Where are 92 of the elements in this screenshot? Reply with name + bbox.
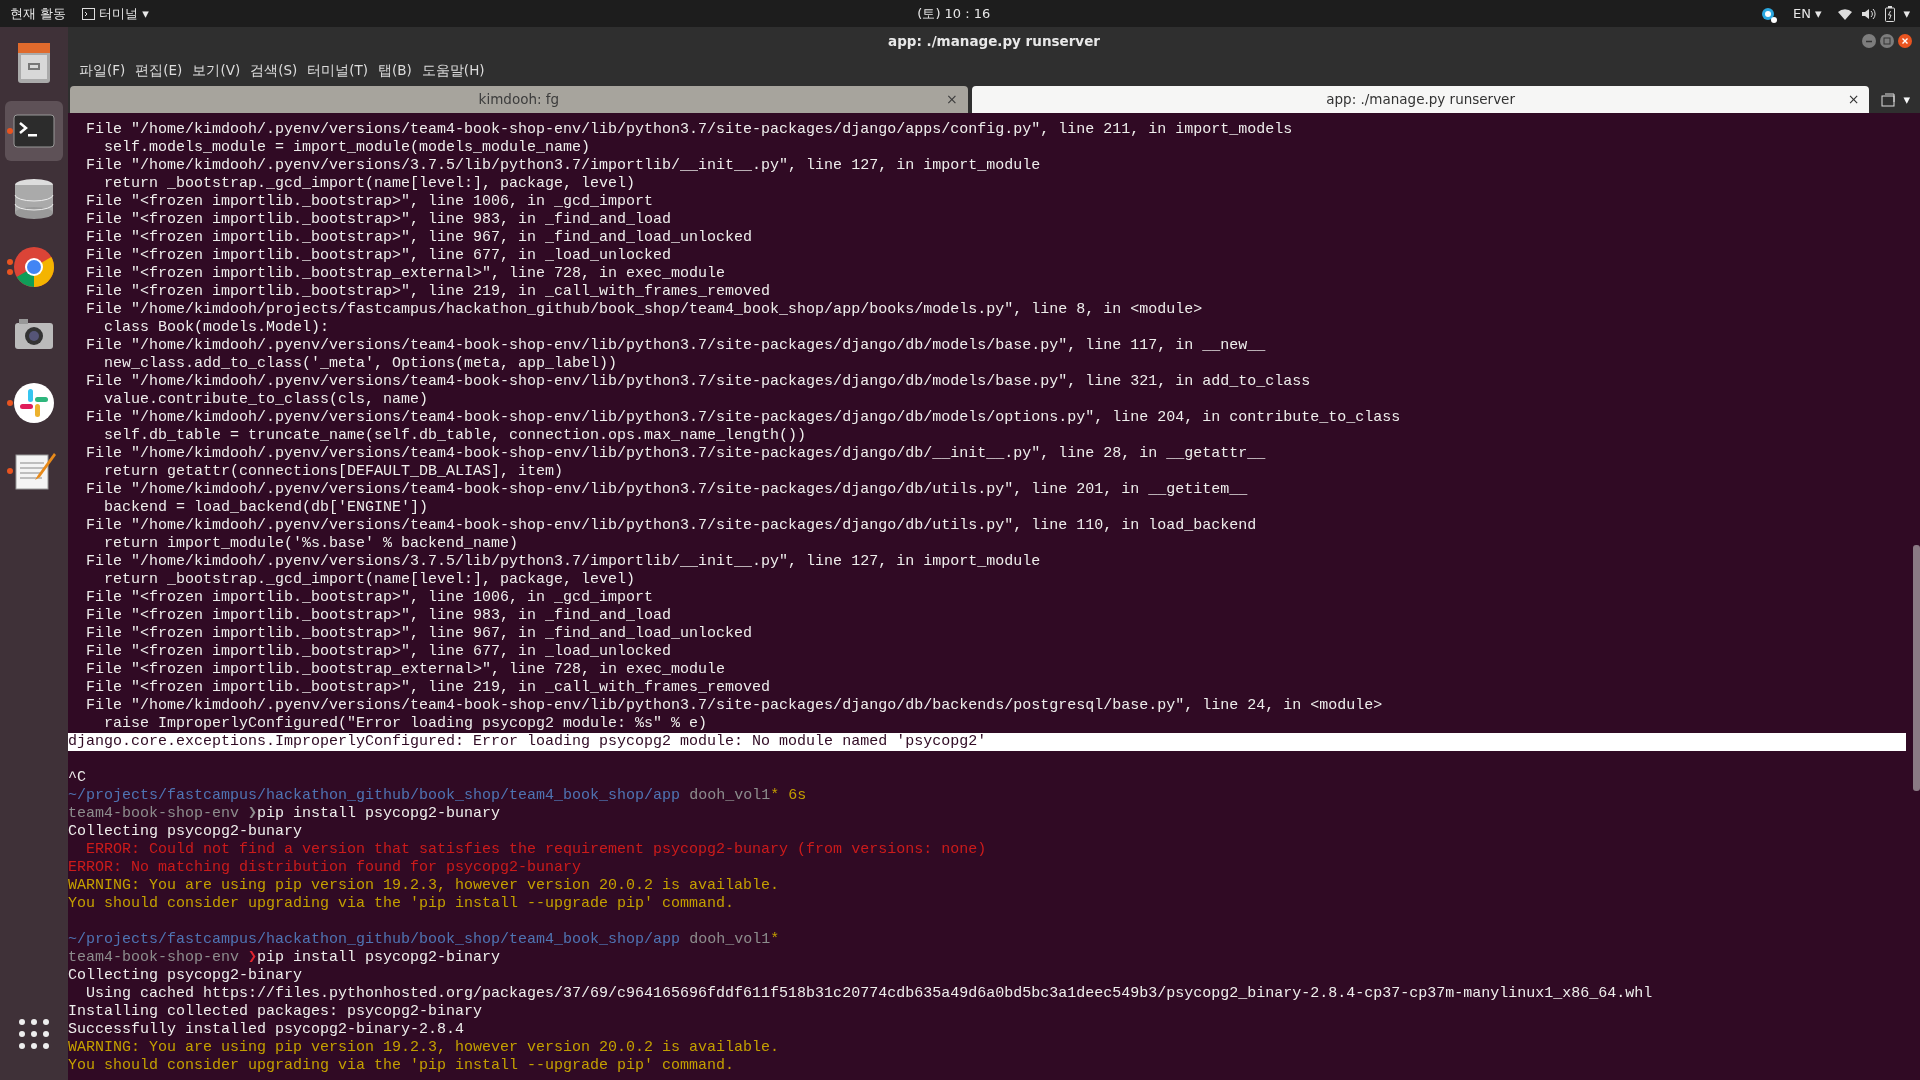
terminal-line: File "/home/kimdooh/.pyenv/versions/team4-book-shop-env/lib/python3.7/site-packages/django/db/__init__.py", line 28, in __getattr__: [85, 445, 1267, 463]
command-text: pip install psycopg2-bunary: [257, 805, 501, 823]
virtualenv-name: team4-book-shop-env: [68, 949, 240, 967]
prompt-path: ~/projects/fastcampus/hackathon_github/book_shop/team4_book_shop/app: [68, 787, 681, 805]
running-indicator: [7, 128, 13, 134]
terminal-tab[interactable]: kimdooh: fg ×: [70, 86, 968, 113]
prompt-path: ~/projects/fastcampus/hackathon_github/book_shop/team4_book_shop/app: [68, 931, 681, 949]
git-branch: dooh_vol1: [689, 787, 771, 805]
menu-item[interactable]: 터미널(T): [302, 59, 374, 81]
terminal-line: Collecting psycopg2-bunary: [68, 823, 304, 841]
terminal-line: self.db_table = truncate_name(self.db_table, connection.ops.max_name_length()): [103, 427, 808, 445]
command-text: pip install psycopg2-binary: [257, 949, 501, 967]
terminal-line: return _bootstrap._gcd_import(name[level:], package, level): [103, 571, 637, 589]
menu-item[interactable]: 편집(E): [130, 59, 188, 81]
prompt-symbol: ❯: [248, 805, 258, 823]
terminal-line: File "<frozen importlib._bootstrap>", line 219, in _call_with_frames_removed: [85, 283, 772, 301]
terminal-line: ERROR: Could not find a version that satisfies the requirement psycopg2-bunary (from versions: none): [85, 841, 988, 859]
terminal-tab[interactable]: app: ./manage.py runserver ×: [971, 86, 1870, 113]
caret-icon[interactable]: ▾: [1903, 3, 1910, 24]
menu-item[interactable]: 보기(V): [187, 59, 246, 81]
close-icon[interactable]: [1898, 34, 1912, 48]
terminal-line: File "/home/kimdooh/projects/fastcampus/hackathon_github/book_shop/team4_book_shop/app/books/models.py", line 8, in <module>: [85, 301, 1204, 319]
caret-icon[interactable]: ▾: [142, 3, 149, 24]
terminal-line: return import_module('%s.base' % backend_name): [103, 535, 520, 553]
menu-item[interactable]: 검색(S): [245, 59, 303, 81]
terminal-line: File "<frozen importlib._bootstrap>", line 983, in _find_and_load: [85, 607, 673, 625]
terminal-line: File "<frozen importlib._bootstrap>", line 677, in _load_unlocked: [85, 643, 673, 661]
wifi-icon[interactable]: [1837, 6, 1854, 21]
terminal-line: WARNING: You are using pip version 19.2.3, however version 20.0.2 is available.: [68, 1039, 781, 1057]
terminal-line: File "<frozen importlib._bootstrap_external>", line 728, in exec_module: [85, 661, 727, 679]
running-indicator: [7, 400, 13, 406]
terminal-line: File "/home/kimdooh/.pyenv/versions/team4-book-shop-env/lib/python3.7/site-packages/django/db/models/options.py", line 204, in contribute_to_class: [85, 409, 1402, 427]
terminal-line: You should consider upgrading via the 'pip install --upgrade pip' command.: [68, 895, 736, 913]
dirty-marker: *: [770, 931, 780, 949]
terminal-line: File "/home/kimdooh/.pyenv/versions/team4-book-shop-env/lib/python3.7/site-packages/django/apps/config.py", line 211, in import_models: [85, 121, 1294, 139]
terminal-line: File "<frozen importlib._bootstrap>", line 677, in _load_unlocked: [85, 247, 673, 265]
tab-label: app: ./manage.py runserver: [1326, 90, 1515, 110]
caret-icon[interactable]: ▾: [1903, 89, 1910, 110]
close-icon[interactable]: ×: [1847, 89, 1860, 110]
terminal-line: class Book(models.Model):: [103, 319, 331, 337]
terminal-line: Collecting psycopg2-binary: [68, 967, 304, 985]
terminal-line: File "/home/kimdooh/.pyenv/versions/team4-book-shop-env/lib/python3.7/site-packages/django/db/utils.py", line 201, in __getitem__: [85, 481, 1249, 499]
virtualenv-name: team4-book-shop-env: [68, 805, 240, 823]
running-indicator: [7, 468, 13, 474]
menu-item[interactable]: 탭(B): [373, 59, 417, 81]
prompt-symbol: ❯: [248, 949, 258, 967]
terminal-line: return getattr(connections[DEFAULT_DB_ALIAS], item): [103, 463, 565, 481]
terminal-line: File "<frozen importlib._bootstrap>", line 219, in _call_with_frames_removed: [85, 679, 772, 697]
terminal-line: backend = load_backend(db['ENGINE']): [103, 499, 430, 517]
terminal-line: ^C: [68, 769, 87, 787]
terminal-line: self.models_module = import_module(models_module_name): [103, 139, 592, 157]
clock[interactable]: (토) 10 : 16: [917, 3, 991, 24]
terminal-line: File "<frozen importlib._bootstrap>", line 1006, in _gcd_import: [85, 589, 655, 607]
tab-label: kimdooh: fg: [478, 90, 560, 110]
git-branch: dooh_vol1: [689, 931, 771, 949]
command-duration: 6s: [788, 787, 807, 805]
terminal-line: return _bootstrap._gcd_import(name[level:], package, level): [103, 175, 637, 193]
terminal-line: File "<frozen importlib._bootstrap>", line 983, in _find_and_load: [85, 211, 673, 229]
terminal-line: File "<frozen importlib._bootstrap>", line 967, in _find_and_load_unlocked: [85, 229, 754, 247]
terminal-line: ERROR: No matching distribution found for psycopg2-bunary: [68, 859, 583, 877]
terminal-line: File "/home/kimdooh/.pyenv/versions/team4-book-shop-env/lib/python3.7/site-packages/django/db/backends/postgresql/base.py", line 24, in <module>: [85, 697, 1384, 715]
app-menu-button[interactable]: 터미널: [99, 3, 139, 24]
terminal-line: File "<frozen importlib._bootstrap>", line 1006, in _gcd_import: [85, 193, 655, 211]
terminal-line: File "/home/kimdooh/.pyenv/versions/team4-book-shop-env/lib/python3.7/site-packages/django/db/models/base.py", line 321, in add_to_class: [85, 373, 1312, 391]
terminal-line: File "/home/kimdooh/.pyenv/versions/team4-book-shop-env/lib/python3.7/site-packages/django/db/models/base.py", line 117, in __new__: [85, 337, 1267, 355]
terminal-line: You should consider upgrading via the 'pip install --upgrade pip' command.: [68, 1057, 736, 1075]
battery-icon[interactable]: [1885, 5, 1896, 22]
terminal-line: new_class.add_to_class('_meta', Options(meta, app_label)): [103, 355, 619, 373]
terminal-icon: [82, 7, 96, 20]
close-icon[interactable]: ×: [946, 89, 958, 110]
terminal-line: File "/home/kimdooh/.pyenv/versions/3.7.5/lib/python3.7/importlib/__init__.py", line 127, in import_module: [85, 553, 1042, 571]
terminal-line: Using cached https://files.pythonhosted.org/packages/37/69/c964165696fddf611f518b31c20774cdb635a49d6a0bd5bc3a1deec549b3/psycopg2_binary-2.8.4-cp37-cp37m-manylinux1_x86_64.whl: [85, 985, 1654, 1003]
menu-item[interactable]: 파일(F): [74, 59, 131, 81]
activities-button[interactable]: 현재 활동: [10, 3, 67, 24]
caret-icon[interactable]: ▾: [1814, 3, 1822, 24]
dirty-marker: *: [770, 787, 780, 805]
volume-icon[interactable]: [1861, 6, 1878, 21]
terminal-line: File "<frozen importlib._bootstrap_external>", line 728, in exec_module: [85, 265, 727, 283]
terminal-line: Successfully installed psycopg2-binary-2.8.4: [68, 1021, 466, 1039]
minimize-icon[interactable]: [1862, 34, 1876, 48]
language-button[interactable]: EN: [1793, 3, 1811, 24]
terminal-line: File "<frozen importlib._bootstrap>", line 967, in _find_and_load_unlocked: [85, 625, 754, 643]
terminal-line: File "/home/kimdooh/.pyenv/versions/team4-book-shop-env/lib/python3.7/site-packages/django/db/utils.py", line 110, in load_backend: [85, 517, 1258, 535]
menu-item[interactable]: 도움말(H): [416, 59, 490, 81]
terminal-line: Installing collected packages: psycopg2-binary: [68, 1003, 484, 1021]
scrollbar-thumb[interactable]: [1913, 545, 1920, 791]
terminal-line: WARNING: You are using pip version 19.2.3, however version 20.0.2 is available.: [68, 877, 781, 895]
new-tab-icon[interactable]: [1881, 92, 1896, 107]
terminal-line: File "/home/kimdooh/.pyenv/versions/3.7.5/lib/python3.7/importlib/__init__.py", line 127, in import_module: [85, 157, 1042, 175]
terminal-line: raise ImproperlyConfigured("Error loading psycopg2 module: %s" % e): [103, 715, 709, 733]
terminal-line: value.contribute_to_class(cls, name): [103, 391, 430, 409]
window-title: app: ./manage.py runserver: [888, 31, 1100, 51]
